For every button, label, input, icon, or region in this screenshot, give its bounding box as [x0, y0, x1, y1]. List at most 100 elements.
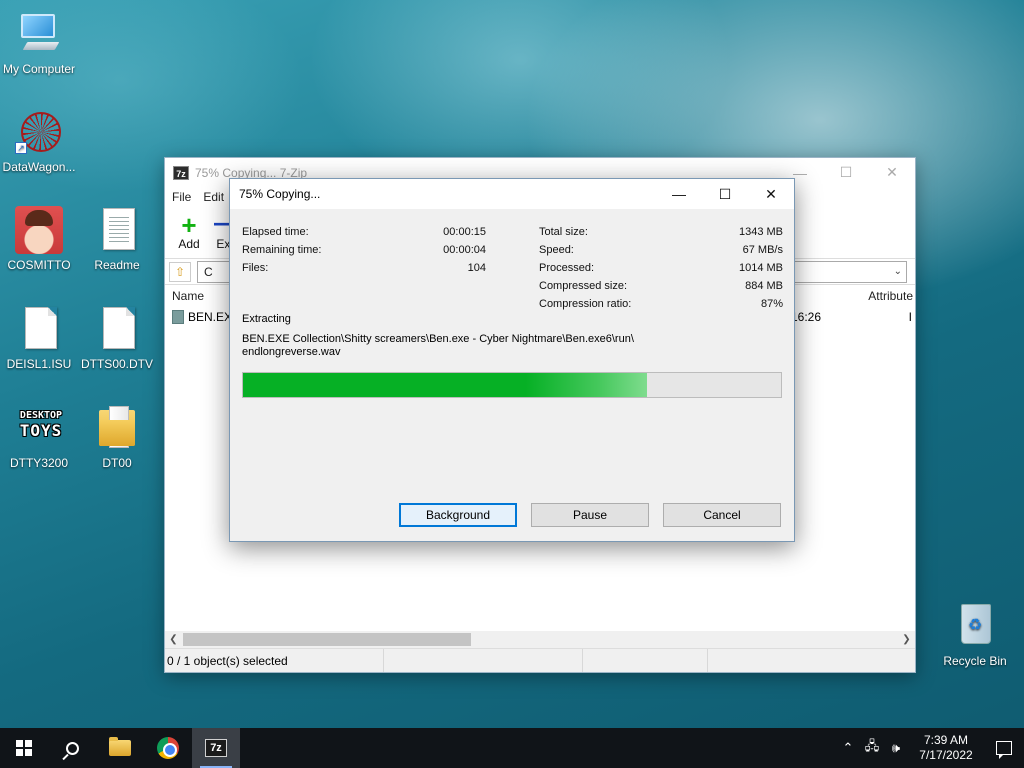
stat-label: Remaining time: [242, 244, 322, 256]
desktop-icon-label: Recycle Bin [943, 654, 1007, 668]
start-button[interactable] [0, 728, 48, 768]
stat-value: 884 MB [745, 280, 783, 292]
stat-label: Files: [242, 262, 269, 274]
file-attributes: I [908, 310, 912, 324]
blank-file-icon [15, 305, 63, 353]
file-explorer-button[interactable] [96, 728, 144, 768]
desktop-icon-datawagon[interactable]: ↗ DataWagon... [0, 108, 78, 174]
desktop-icon-label: DTTS00.DTV [80, 357, 153, 371]
stat-total-size: Total size: 1343 MB [539, 223, 783, 241]
column-attributes[interactable]: Attribute [868, 289, 913, 303]
search-button[interactable] [48, 728, 96, 768]
up-folder-button[interactable]: ⇧ [169, 261, 191, 282]
stat-label: Elapsed time: [242, 226, 309, 238]
stat-value: 67 MB/s [742, 244, 783, 256]
action-label: Extracting [242, 313, 291, 325]
scrollbar-thumb[interactable] [183, 633, 471, 646]
sevenzip-taskbar-button[interactable]: 7z [192, 728, 240, 768]
folder-icon [109, 737, 131, 756]
scroll-left-icon[interactable]: ❮ [165, 634, 182, 645]
desktop-icon-label: DEISL1.ISU [6, 357, 72, 371]
clock[interactable]: 7:39 AM 7/17/2022 [908, 733, 984, 763]
dialog-minimize-button[interactable]: — [656, 179, 702, 209]
desktop-icon-readme[interactable]: Readme [78, 206, 156, 272]
desktop-toys-icon: DESKTOP TOYS [15, 404, 63, 452]
computer-icon [15, 10, 63, 58]
stat-value: 1014 MB [738, 262, 783, 274]
background-button[interactable]: Background [399, 503, 517, 527]
volume-icon[interactable]: 🕪 [884, 740, 908, 756]
desktop-icon-cosmitto[interactable]: COSMITTO [0, 206, 78, 272]
desktop-icon-my-computer[interactable]: My Computer [0, 10, 78, 76]
column-name[interactable]: Name [172, 289, 204, 303]
dialog-maximize-button[interactable]: ☐ [702, 179, 748, 209]
text-document-icon [93, 206, 141, 254]
menu-file[interactable]: File [172, 190, 191, 204]
desktop-icon-label: Readme [94, 258, 140, 272]
desktop-icon-recycle-bin[interactable]: Recycle Bin [936, 602, 1014, 668]
stat-compressed-size: Compressed size: 884 MB [539, 277, 783, 295]
size-stats: Total size: 1343 MB Speed: 67 MB/s Proce… [539, 223, 783, 313]
clock-date: 7/17/2022 [919, 748, 973, 762]
status-segment-3 [583, 649, 708, 672]
desktop-icon-label: My Computer [2, 62, 76, 76]
folder-up-icon: ⇧ [174, 264, 186, 279]
scroll-right-icon[interactable]: ❯ [898, 634, 915, 645]
notification-icon [996, 741, 1012, 759]
cancel-button[interactable]: Cancel [663, 503, 781, 527]
clock-time: 7:39 AM [923, 733, 969, 747]
notifications-button[interactable] [984, 741, 1024, 759]
current-path-line2: endlongreverse.wav [242, 346, 341, 358]
pause-button[interactable]: Pause [531, 503, 649, 527]
status-bar: 0 / 1 object(s) selected [165, 648, 915, 672]
file-modified-time: 16:26 [791, 310, 822, 324]
sevenzip-app-icon: 7z [173, 165, 189, 180]
recycle-bin-icon [951, 602, 999, 650]
desktop-icon-deisl1[interactable]: DEISL1.ISU [0, 305, 78, 371]
status-segment-2 [384, 649, 583, 672]
menu-edit[interactable]: Edit [203, 190, 224, 204]
stat-remaining-time: Remaining time: 00:00:04 [242, 241, 486, 259]
stat-value: 87% [760, 298, 783, 310]
stat-label: Total size: [539, 226, 588, 238]
progress-bar [242, 372, 782, 398]
horizontal-scrollbar[interactable]: ❮ ❯ [165, 631, 915, 648]
current-path-line1: BEN.EXE Collection\Shitty screamers\Ben.… [242, 333, 634, 345]
progress-fill [243, 373, 647, 397]
folder-icon [93, 404, 141, 452]
desktop-icon-dt00[interactable]: DT00 [78, 404, 156, 470]
stat-compression-ratio: Compression ratio: 87% [539, 295, 783, 313]
network-icon[interactable]: 🖧 [860, 737, 884, 759]
chevron-down-icon[interactable]: ⌄ [894, 266, 902, 277]
web-shortcut-icon: ↗ [15, 108, 63, 156]
stat-processed: Processed: 1014 MB [539, 259, 783, 277]
blank-file-icon [93, 305, 141, 353]
chrome-button[interactable] [144, 728, 192, 768]
close-button[interactable]: ✕ [869, 158, 915, 187]
dialog-close-button[interactable]: ✕ [748, 179, 794, 209]
chevron-up-icon[interactable]: ⌃ [836, 740, 860, 756]
avatar-icon [15, 206, 63, 254]
stat-files: Files: 104 [242, 259, 486, 277]
dialog-titlebar[interactable]: 75% Copying... — ☐ ✕ [230, 179, 794, 209]
stat-speed: Speed: 67 MB/s [539, 241, 783, 259]
toys-logo-line2: TOYS [19, 421, 63, 440]
desktop-icon-dtty3200[interactable]: DESKTOP TOYS DTTY3200 [0, 404, 78, 470]
stat-value: 104 [467, 262, 486, 274]
maximize-button[interactable]: ☐ [823, 158, 869, 187]
add-button-label: Add [178, 237, 200, 251]
copy-progress-dialog: 75% Copying... — ☐ ✕ Elapsed time: 00:00… [229, 178, 795, 542]
current-file-path: BEN.EXE Collection\Shitty screamers\Ben.… [242, 333, 762, 359]
desktop-icon-dtts00[interactable]: DTTS00.DTV [78, 305, 156, 371]
stat-label: Compression ratio: [539, 298, 632, 310]
sevenzip-icon: 7z [205, 739, 227, 757]
stat-value: 1343 MB [738, 226, 783, 238]
dialog-title: 75% Copying... [239, 187, 321, 201]
windows-logo-icon [16, 740, 32, 756]
add-button[interactable]: + Add [173, 212, 205, 251]
stat-label: Compressed size: [539, 280, 628, 292]
stat-value: 00:00:15 [443, 226, 486, 238]
stat-value: 00:00:04 [443, 244, 486, 256]
desktop-icon-label: DTTY3200 [9, 456, 69, 470]
search-icon [65, 741, 79, 755]
